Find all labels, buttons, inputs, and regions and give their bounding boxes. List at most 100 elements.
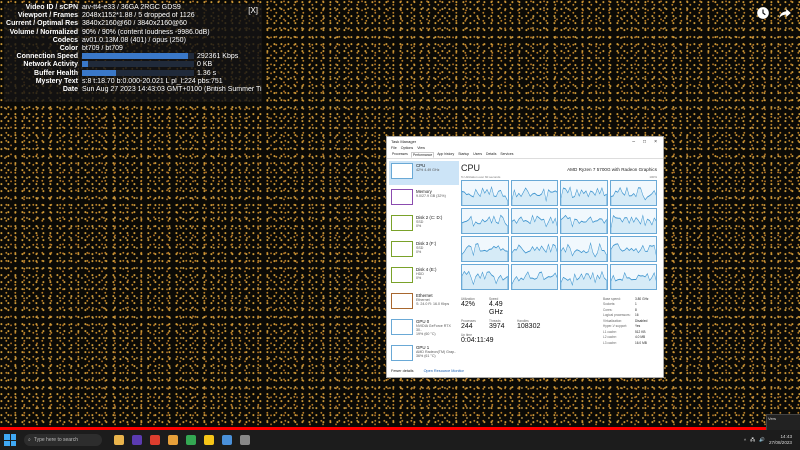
tab-processes[interactable]: Processes bbox=[391, 152, 409, 158]
stats-key: Buffer Health bbox=[34, 69, 78, 77]
taskbar-app-icon[interactable] bbox=[114, 435, 124, 445]
sidebar-item-text: Disk 2 (C: D:) SSD 0% bbox=[416, 215, 442, 228]
tab-app-history[interactable]: App history bbox=[436, 152, 455, 158]
graph-caption: % Utilization over 60 seconds bbox=[461, 175, 501, 179]
system-tray: ^ 🖧 🔊 14:43 27/08/2023 bbox=[744, 434, 800, 446]
maximize-button[interactable]: □ bbox=[643, 139, 646, 145]
windows-start-icon[interactable] bbox=[4, 434, 16, 446]
taskbar-search[interactable]: ⌕ Type here to search bbox=[24, 434, 102, 446]
sidebar-item-ethernet[interactable]: Ethernet Ethernet S: 24.0 R: 16.0 Kbps bbox=[389, 291, 459, 315]
stats-key: Current / Optimal Res bbox=[6, 20, 78, 28]
stats-value: aiv-tt4-e33 / 36GA 2RGC GDS9 bbox=[82, 4, 262, 12]
stats-value: 2048x1152*1.88 / 5 dropped of 1126 bbox=[82, 12, 262, 20]
sidebar-item-gpu-1[interactable]: GPU 1 AMD Radeon(TM) Grap.. 36% (61 °C) bbox=[389, 343, 459, 367]
window-title: Task Manager bbox=[391, 139, 417, 144]
stats-value-text: s:8 t:18.70 b:0.000-20.021 L pl_l:224 pb… bbox=[82, 77, 223, 85]
sidebar-thumbnail-graph bbox=[391, 267, 413, 283]
stats-row: Buffer Health 1.36 s bbox=[4, 70, 262, 78]
chevron-up-icon[interactable]: ^ bbox=[744, 438, 746, 443]
taskbar-app-icon[interactable] bbox=[240, 435, 250, 445]
core-graph bbox=[510, 264, 558, 290]
core-graph bbox=[609, 264, 657, 290]
spec-value: 512 KB bbox=[635, 329, 646, 334]
minimize-button[interactable]: – bbox=[632, 139, 635, 145]
share-icon[interactable] bbox=[778, 6, 792, 23]
sidebar-item-detail: NVIDIA GeForce RTX 30.. 19% (60 °C) bbox=[416, 324, 451, 336]
tab-performance[interactable]: Performance bbox=[410, 152, 435, 158]
core-graph bbox=[560, 180, 608, 206]
stats-key: Viewport / Frames bbox=[17, 12, 78, 20]
stats-value-text: bt709 / bt709 bbox=[82, 44, 123, 52]
stats-key: Volume / Normalized bbox=[9, 28, 78, 36]
stats-value: 292361 Kbps bbox=[82, 53, 262, 61]
stats-meter bbox=[82, 61, 194, 68]
stats-overlay: [X] Video ID / sCPN aiv-tt4-e33 / 36GA 2R… bbox=[4, 4, 262, 102]
title-bar[interactable]: Task Manager – □ × bbox=[387, 137, 663, 146]
stats-value-text: 1.36 s bbox=[197, 69, 217, 77]
taskbar-app-icon[interactable] bbox=[150, 435, 160, 445]
sidebar-item-detail: SSD 0% bbox=[416, 220, 424, 228]
core-graph bbox=[461, 180, 509, 206]
processes-value: 244 bbox=[461, 323, 473, 330]
task-manager-window[interactable]: Task Manager – □ × File Options View Pro… bbox=[386, 136, 664, 378]
sidebar-item-disk-4-e[interactable]: Disk 4 (E:) HDD 0% bbox=[389, 265, 459, 289]
tab-services[interactable]: Services bbox=[499, 152, 514, 158]
spec-label: Base speed: bbox=[603, 297, 621, 301]
stats-value: 1.36 s bbox=[82, 70, 262, 78]
open-resource-monitor-link[interactable]: Open Resource Monitor bbox=[424, 369, 464, 373]
stats-key: Connection Speed bbox=[16, 53, 78, 61]
spec-value: Yes bbox=[635, 324, 641, 329]
taskbar-app-icon[interactable] bbox=[132, 435, 142, 445]
utilization-value: 42% bbox=[461, 301, 476, 308]
sidebar-item-text: Disk 4 (E:) HDD 0% bbox=[416, 267, 437, 280]
taskbar-app-icon[interactable] bbox=[168, 435, 178, 445]
tab-details[interactable]: Details bbox=[485, 152, 497, 158]
taskbar-app-icon[interactable] bbox=[186, 435, 196, 445]
core-graph bbox=[609, 236, 657, 262]
stats-meter bbox=[82, 69, 194, 76]
sidebar-item-gpu-0[interactable]: GPU 0 NVIDIA GeForce RTX 30.. 19% (60 °C) bbox=[389, 317, 459, 341]
stats-key: Codecs bbox=[52, 36, 78, 44]
stats-row: Mystery Text s:8 t:18.70 b:0.000-20.021 L… bbox=[4, 78, 262, 86]
stats-close-button[interactable]: [X] bbox=[248, 6, 258, 15]
stats-value-text: 2048x1152*1.88 / 5 dropped of 1126 bbox=[82, 12, 195, 20]
core-graph bbox=[560, 208, 608, 234]
search-placeholder: Type here to search bbox=[33, 437, 79, 443]
spec-value: 1 bbox=[635, 302, 637, 307]
fewer-details-button[interactable]: Fewer details bbox=[391, 369, 414, 373]
core-graph bbox=[510, 180, 558, 206]
sidebar-item-disk-3-f[interactable]: Disk 3 (F:) SSD 0% bbox=[389, 239, 459, 263]
stats-value: 90% / 90% (content loudness -9986.0dB) bbox=[82, 29, 262, 37]
sidebar-thumbnail-graph bbox=[391, 215, 413, 231]
network-icon[interactable]: 🖧 bbox=[750, 436, 755, 444]
core-graph bbox=[510, 236, 558, 262]
taskbar-clock[interactable]: 14:43 27/08/2023 bbox=[769, 434, 792, 446]
sidebar-item-cpu[interactable]: CPU 42% 4.49 GHz bbox=[389, 161, 459, 185]
taskbar-app-icon[interactable] bbox=[222, 435, 232, 445]
performance-sidebar: CPU 42% 4.49 GHz Memory 9.0/27.9 GB (32%) Di… bbox=[389, 161, 459, 369]
core-graph bbox=[461, 208, 509, 234]
sidebar-item-disk-2-c-d[interactable]: Disk 2 (C: D:) SSD 0% bbox=[389, 213, 459, 237]
spec-value: Disabled bbox=[635, 318, 648, 323]
spec-label: Logical processors: bbox=[603, 313, 631, 318]
sidebar-thumbnail-graph bbox=[391, 189, 413, 205]
cpu-title: CPU bbox=[461, 163, 481, 173]
stats-value-text: 292361 Kbps bbox=[197, 53, 239, 61]
sidebar-item-text: CPU 42% 4.49 GHz bbox=[416, 163, 439, 172]
graph-max: 100% bbox=[649, 175, 657, 179]
core-graph bbox=[461, 236, 509, 262]
tab-users[interactable]: Users bbox=[472, 152, 483, 158]
stats-value-text: 3840x2160@60 / 3840x2160@60 bbox=[82, 20, 187, 28]
stats-row: Color bt709 / bt709 bbox=[4, 45, 262, 53]
stats-value-text: av01.0.13M.08 (401) / opus (250) bbox=[82, 36, 186, 44]
close-button[interactable]: × bbox=[654, 139, 657, 145]
sidebar-item-detail: HDD 0% bbox=[416, 272, 424, 280]
stats-row: Connection Speed 292361 Kbps bbox=[4, 53, 262, 61]
tab-startup[interactable]: Startup bbox=[457, 152, 470, 158]
clock-icon[interactable] bbox=[756, 6, 770, 23]
clock-date: 27/08/2023 bbox=[769, 440, 792, 445]
taskbar-app-icon[interactable] bbox=[204, 435, 214, 445]
speaker-icon[interactable]: 🔊 bbox=[759, 437, 765, 443]
stats-value: av01.0.13M.08 (401) / opus (250) bbox=[82, 37, 262, 45]
sidebar-item-memory[interactable]: Memory 9.0/27.9 GB (32%) bbox=[389, 187, 459, 211]
